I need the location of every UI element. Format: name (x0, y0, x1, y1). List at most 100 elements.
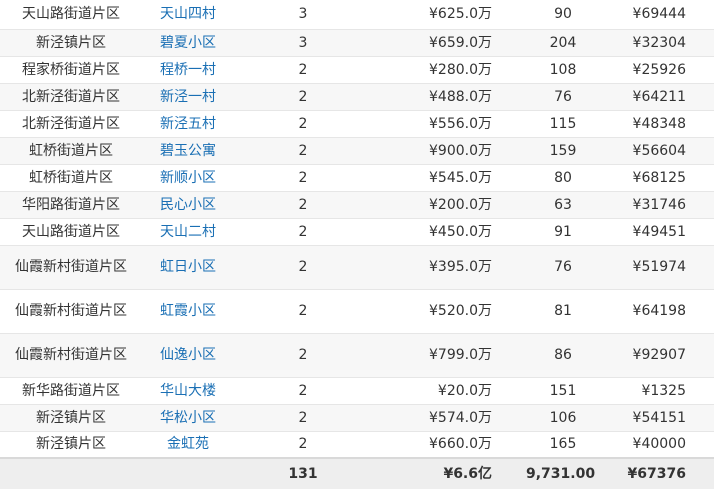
district-cell: 仙霞新村街道片区 (0, 333, 142, 378)
totals-unit-price-cell: ¥67376 (602, 457, 714, 489)
area-cell: 90 (524, 0, 602, 30)
table-row: 仙霞新村街道片区 虹日小区 2 ¥395.0万 76 ¥51974 (0, 245, 714, 290)
listing-count-cell: 2 (234, 431, 372, 459)
district-cell: 北新泾街道片区 (0, 83, 142, 111)
listing-count-cell: 2 (234, 404, 372, 432)
unit-price-cell: ¥51974 (602, 245, 714, 290)
unit-price-cell: ¥48348 (602, 110, 714, 138)
unit-price-cell: ¥68125 (602, 164, 714, 192)
district-cell: 虹桥街道片区 (0, 137, 142, 165)
listing-count-cell: 2 (234, 377, 372, 405)
community-link[interactable]: 碧玉公寓 (142, 137, 234, 165)
listing-count-cell: 2 (234, 218, 372, 246)
district-cell: 新泾镇片区 (0, 404, 142, 432)
area-cell: 115 (524, 110, 602, 138)
totals-blank-cell (142, 457, 234, 489)
area-cell: 165 (524, 431, 602, 459)
community-link[interactable]: 仙逸小区 (142, 333, 234, 378)
area-cell: 151 (524, 377, 602, 405)
table-row: 北新泾街道片区 新泾一村 2 ¥488.0万 76 ¥64211 (0, 83, 714, 111)
table-row: 华阳路街道片区 民心小区 2 ¥200.0万 63 ¥31746 (0, 191, 714, 219)
total-price-cell: ¥625.0万 (372, 0, 524, 30)
unit-price-cell: ¥64198 (602, 289, 714, 334)
total-price-cell: ¥660.0万 (372, 431, 524, 459)
total-price-cell: ¥900.0万 (372, 137, 524, 165)
listing-count-cell: 2 (234, 333, 372, 378)
area-cell: 86 (524, 333, 602, 378)
total-price-cell: ¥556.0万 (372, 110, 524, 138)
table-row: 新华路街道片区 华山大楼 2 ¥20.0万 151 ¥1325 (0, 377, 714, 405)
table-row: 虹桥街道片区 碧玉公寓 2 ¥900.0万 159 ¥56604 (0, 137, 714, 165)
unit-price-cell: ¥25926 (602, 56, 714, 84)
table-row: 天山路街道片区 天山二村 2 ¥450.0万 91 ¥49451 (0, 218, 714, 246)
unit-price-cell: ¥40000 (602, 431, 714, 459)
total-price-cell: ¥450.0万 (372, 218, 524, 246)
table-body: 天山路街道片区 天山四村 3 ¥625.0万 90 ¥69444 新泾镇片区 碧夏小区 3 ¥65… (0, 0, 714, 489)
area-cell: 91 (524, 218, 602, 246)
total-price-cell: ¥280.0万 (372, 56, 524, 84)
table-row: 仙霞新村街道片区 仙逸小区 2 ¥799.0万 86 ¥92907 (0, 333, 714, 378)
community-link[interactable]: 华松小区 (142, 404, 234, 432)
area-cell: 63 (524, 191, 602, 219)
listing-count-cell: 2 (234, 137, 372, 165)
district-cell: 程家桥街道片区 (0, 56, 142, 84)
area-cell: 76 (524, 83, 602, 111)
table-row: 新泾镇片区 华松小区 2 ¥574.0万 106 ¥54151 (0, 404, 714, 432)
district-cell: 天山路街道片区 (0, 218, 142, 246)
community-link[interactable]: 碧夏小区 (142, 29, 234, 57)
table-row: 新泾镇片区 金虹苑 2 ¥660.0万 165 ¥40000 (0, 431, 714, 459)
total-price-cell: ¥488.0万 (372, 83, 524, 111)
community-link[interactable]: 新泾五村 (142, 110, 234, 138)
total-price-cell: ¥20.0万 (372, 377, 524, 405)
total-price-cell: ¥520.0万 (372, 289, 524, 334)
community-link[interactable]: 华山大楼 (142, 377, 234, 405)
table-row: 虹桥街道片区 新顺小区 2 ¥545.0万 80 ¥68125 (0, 164, 714, 192)
community-link[interactable]: 程桥一村 (142, 56, 234, 84)
unit-price-cell: ¥64211 (602, 83, 714, 111)
table-row: 仙霞新村街道片区 虹霞小区 2 ¥520.0万 81 ¥64198 (0, 289, 714, 334)
district-cell: 仙霞新村街道片区 (0, 245, 142, 290)
listing-count-cell: 2 (234, 110, 372, 138)
table-row: 北新泾街道片区 新泾五村 2 ¥556.0万 115 ¥48348 (0, 110, 714, 138)
total-price-cell: ¥799.0万 (372, 333, 524, 378)
district-cell: 新泾镇片区 (0, 29, 142, 57)
community-link[interactable]: 新泾一村 (142, 83, 234, 111)
community-link[interactable]: 天山二村 (142, 218, 234, 246)
totals-area-cell: 9,731.00 (524, 457, 602, 489)
listing-count-cell: 2 (234, 164, 372, 192)
area-cell: 80 (524, 164, 602, 192)
community-link[interactable]: 金虹苑 (142, 431, 234, 459)
listing-count-cell: 2 (234, 245, 372, 290)
area-cell: 108 (524, 56, 602, 84)
community-link[interactable]: 天山四村 (142, 0, 234, 30)
unit-price-cell: ¥69444 (602, 0, 714, 30)
unit-price-cell: ¥56604 (602, 137, 714, 165)
listing-count-cell: 3 (234, 29, 372, 57)
district-cell: 新泾镇片区 (0, 431, 142, 459)
area-cell: 106 (524, 404, 602, 432)
area-cell: 204 (524, 29, 602, 57)
totals-blank-cell (0, 457, 142, 489)
community-link[interactable]: 新顺小区 (142, 164, 234, 192)
district-cell: 虹桥街道片区 (0, 164, 142, 192)
district-cell: 新华路街道片区 (0, 377, 142, 405)
community-link[interactable]: 虹霞小区 (142, 289, 234, 334)
total-price-cell: ¥200.0万 (372, 191, 524, 219)
totals-count-cell: 131 (234, 457, 372, 489)
unit-price-cell: ¥92907 (602, 333, 714, 378)
unit-price-cell: ¥1325 (602, 377, 714, 405)
total-price-cell: ¥574.0万 (372, 404, 524, 432)
table-row: 程家桥街道片区 程桥一村 2 ¥280.0万 108 ¥25926 (0, 56, 714, 84)
unit-price-cell: ¥31746 (602, 191, 714, 219)
listing-count-cell: 2 (234, 191, 372, 219)
district-cell: 北新泾街道片区 (0, 110, 142, 138)
totals-price-cell: ¥6.6亿 (372, 457, 524, 489)
listing-count-cell: 2 (234, 83, 372, 111)
district-cell: 仙霞新村街道片区 (0, 289, 142, 334)
total-price-cell: ¥659.0万 (372, 29, 524, 57)
listing-count-cell: 3 (234, 0, 372, 30)
community-link[interactable]: 民心小区 (142, 191, 234, 219)
listing-count-cell: 2 (234, 56, 372, 84)
community-link[interactable]: 虹日小区 (142, 245, 234, 290)
area-cell: 159 (524, 137, 602, 165)
